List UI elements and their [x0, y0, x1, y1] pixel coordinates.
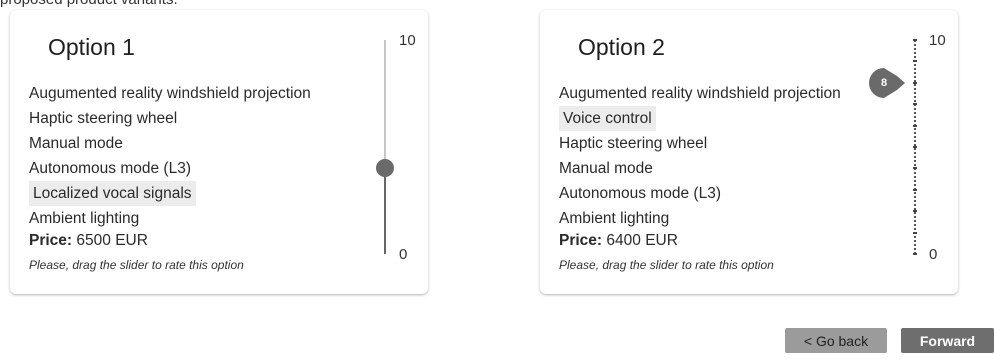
- option-title: Option 2: [578, 34, 665, 60]
- feature-item: Autonomous mode (L3): [29, 160, 191, 177]
- survey-page: proposed product variants. Option 1 Augu…: [0, 0, 994, 360]
- slider-tick: [913, 253, 917, 255]
- slider-value-label[interactable]: 8: [869, 67, 911, 98]
- slider-tick: [913, 231, 917, 234]
- slider-tick: [913, 60, 917, 63]
- feature-list: Augumented reality windshield projection…: [559, 81, 845, 231]
- go-back-button[interactable]: < Go back: [785, 328, 887, 353]
- feature-item: Haptic steering wheel: [559, 135, 708, 152]
- slider-tick: [913, 81, 917, 84]
- feature-item: Augumented reality windshield projection: [29, 85, 311, 102]
- feature-list: Augumented reality windshield projection…: [29, 81, 315, 231]
- feature-item: Augumented reality windshield projection: [559, 85, 841, 102]
- slider-max-label: 10: [399, 32, 416, 49]
- slider-min-label: 0: [929, 246, 938, 263]
- feature-item-highlighted: Voice control: [559, 106, 656, 131]
- price: Price: 6500 EUR: [29, 231, 148, 251]
- price-label: Price:: [559, 232, 603, 249]
- slider-hint: Please, drag the slider to rate this opt…: [29, 258, 244, 272]
- price-value: 6500 EUR: [76, 232, 148, 249]
- slider-tick: [913, 103, 917, 106]
- intro-text: proposed product variants.: [0, 0, 178, 8]
- feature-item: Haptic steering wheel: [29, 110, 178, 127]
- forward-button[interactable]: Forward: [901, 328, 994, 353]
- feature-item: Manual mode: [29, 135, 123, 152]
- feature-item: Ambient lighting: [559, 210, 670, 227]
- price-label: Price:: [29, 232, 73, 249]
- slider-tick: [913, 124, 917, 127]
- feature-item: Manual mode: [559, 160, 653, 177]
- slider-fill: [384, 168, 386, 254]
- feature-item-highlighted: Localized vocal signals: [29, 181, 196, 206]
- price-value: 6400 EUR: [606, 232, 678, 249]
- price: Price: 6400 EUR: [559, 231, 678, 251]
- option-card-2: Option 2 Augumented reality windshield p…: [540, 10, 958, 294]
- slider-max-label: 10: [929, 32, 946, 49]
- feature-item: Ambient lighting: [29, 210, 140, 227]
- slider-min-label: 0: [399, 246, 408, 263]
- feature-item: Autonomous mode (L3): [559, 185, 721, 202]
- slider-thumb-icon[interactable]: [376, 159, 394, 178]
- slider-hint: Please, drag the slider to rate this opt…: [559, 258, 774, 272]
- slider-tick: [913, 146, 917, 148]
- option-card-1: Option 1 Augumented reality windshield p…: [10, 10, 428, 294]
- slider-tick: [913, 210, 917, 213]
- slider-tick: [913, 39, 917, 41]
- slider-tick: [913, 188, 917, 191]
- slider-tick: [913, 167, 917, 170]
- option-title: Option 1: [48, 34, 135, 60]
- slider-value: 8: [880, 76, 888, 89]
